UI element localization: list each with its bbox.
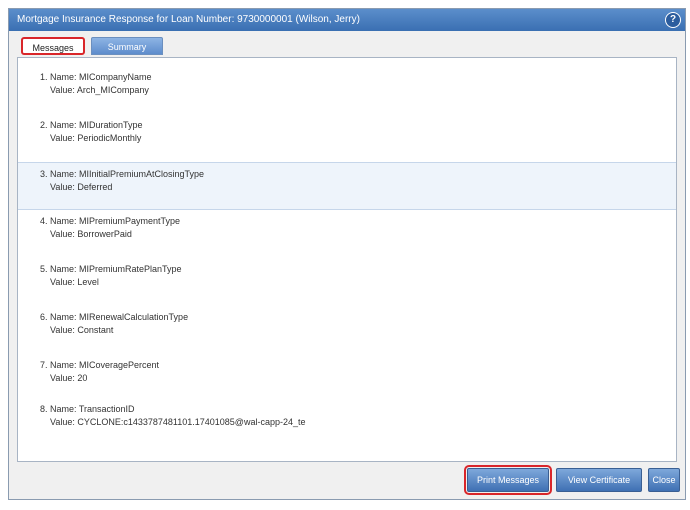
message-name: 3. Name: MIInitialPremiumAtClosingType <box>40 169 205 179</box>
message-value: Value: BorrowerPaid <box>50 229 132 239</box>
close-button[interactable]: Close <box>648 468 680 492</box>
view-certificate-button[interactable]: View Certificate <box>556 468 642 492</box>
button-bar: Print Messages View Certificate Close <box>9 461 685 499</box>
message-value: Value: Arch_MICompany <box>50 85 149 95</box>
window-title: Mortgage Insurance Response for Loan Num… <box>17 14 360 25</box>
help-icon[interactable]: ? <box>665 12 681 28</box>
message-value: Value: Deferred <box>50 182 113 192</box>
tab-messages[interactable]: Messages <box>21 37 85 55</box>
list-item[interactable]: 1. Name: MICompanyName Value: Arch_MICom… <box>18 66 676 114</box>
list-item[interactable]: 8. Name: TransactionID Value: CYCLONE:c1… <box>18 398 676 446</box>
message-name: 1. Name: MICompanyName <box>40 72 152 82</box>
message-name: 7. Name: MICoveragePercent <box>40 360 160 370</box>
message-value: Value: Constant <box>50 325 114 335</box>
message-value: Value: PeriodicMonthly <box>50 133 142 143</box>
list-item-selected[interactable]: 3. Name: MIInitialPremiumAtClosingType V… <box>18 162 676 210</box>
message-value: Value: 20 <box>50 373 88 383</box>
list-item[interactable]: 4. Name: MIPremiumPaymentType Value: Bor… <box>18 210 676 258</box>
message-value: Value: Level <box>50 277 99 287</box>
list-item[interactable]: 6. Name: MIRenewalCalculationType Value:… <box>18 306 676 354</box>
mi-response-dialog: Mortgage Insurance Response for Loan Num… <box>8 8 686 500</box>
title-bar: Mortgage Insurance Response for Loan Num… <box>9 9 685 31</box>
print-messages-button[interactable]: Print Messages <box>464 465 552 495</box>
list-item[interactable]: 5. Name: MIPremiumRatePlanType Value: Le… <box>18 258 676 306</box>
message-name: 2. Name: MIDurationType <box>40 120 143 130</box>
messages-panel: 1. Name: MICompanyName Value: Arch_MICom… <box>17 57 677 462</box>
list-item[interactable]: 2. Name: MIDurationType Value: PeriodicM… <box>18 114 676 162</box>
message-name: 6. Name: MIRenewalCalculationType <box>40 312 189 322</box>
message-name: 5. Name: MIPremiumRatePlanType <box>40 264 182 274</box>
message-name: 8. Name: TransactionID <box>40 404 135 414</box>
tab-summary[interactable]: Summary <box>91 37 163 55</box>
message-value: Value: CYCLONE:c1433787481101.17401085@w… <box>50 417 306 427</box>
list-item[interactable]: 7. Name: MICoveragePercent Value: 20 <box>18 354 676 402</box>
message-name: 4. Name: MIPremiumPaymentType <box>40 216 181 226</box>
